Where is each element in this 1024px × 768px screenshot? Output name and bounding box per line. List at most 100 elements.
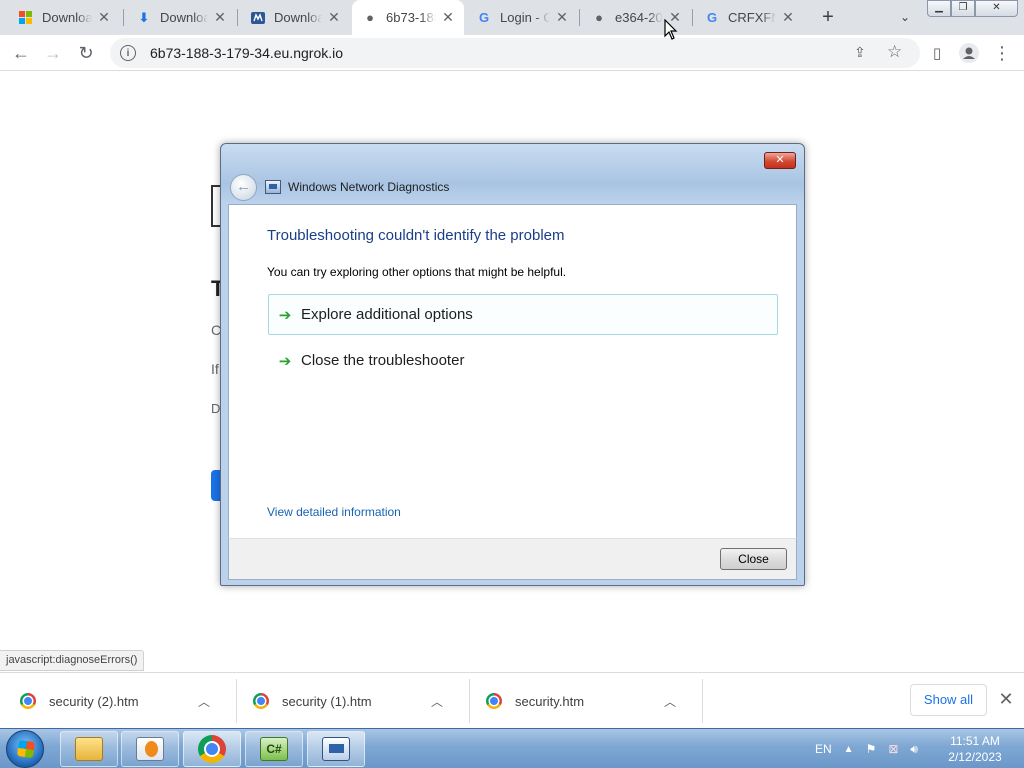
- minimize-button[interactable]: ▁: [927, 0, 951, 17]
- url-text[interactable]: 6b73-188-3-179-34.eu.ngrok.io: [150, 45, 343, 61]
- network-diagnostics-icon: [265, 180, 281, 194]
- download-separator: [702, 679, 703, 723]
- bookmark-star-icon[interactable]: ☆: [887, 42, 902, 62]
- side-panel-icon[interactable]: ▯: [924, 40, 950, 66]
- dialog-close-x-button[interactable]: ✕: [764, 152, 796, 169]
- volume-icon[interactable]: 🔊︎: [910, 742, 918, 757]
- tab-search-chevron-icon[interactable]: ⌄: [894, 6, 916, 28]
- download-item[interactable]: security.htm ︿: [466, 673, 680, 729]
- dialog-body: Troubleshooting couldn't identify the pr…: [228, 204, 797, 538]
- taskbar-explorer[interactable]: [60, 731, 118, 767]
- media-player-icon: [136, 737, 164, 761]
- back-arrow-icon[interactable]: ←: [230, 174, 257, 201]
- menu-kebab-icon[interactable]: ⋮: [989, 40, 1015, 66]
- command-label: Explore additional options: [301, 306, 473, 323]
- show-all-button[interactable]: Show all: [910, 684, 987, 716]
- dialog-title: Windows Network Diagnostics: [288, 180, 450, 194]
- restore-button[interactable]: ❐: [951, 0, 975, 17]
- globe-icon: ●: [595, 10, 603, 25]
- close-troubleshooter-command[interactable]: ➔ Close the troubleshooter: [268, 340, 778, 381]
- window-controls: ▁ ❐ ✕: [927, 0, 1018, 17]
- tab-title: 6b73-188-3-179-34: [386, 10, 436, 25]
- tab-title: Login - Google: [500, 10, 550, 25]
- windows-logo-icon: [18, 10, 34, 26]
- green-arrow-icon: ➔: [278, 306, 292, 324]
- explore-options-command[interactable]: ➔ Explore additional options: [268, 294, 778, 335]
- mouse-cursor-icon: [664, 19, 678, 40]
- profile-avatar-icon[interactable]: [956, 40, 982, 66]
- site-info-icon[interactable]: i: [120, 45, 136, 61]
- close-icon[interactable]: ✕: [554, 9, 570, 26]
- chrome-file-icon: [253, 693, 269, 709]
- back-arrow-icon[interactable]: ←: [8, 40, 34, 66]
- tab-separator: [237, 9, 238, 26]
- close-icon[interactable]: ✕: [326, 9, 342, 26]
- google-icon: G: [478, 10, 490, 25]
- chevron-up-icon[interactable]: ︿: [660, 693, 680, 710]
- tab-title: Downloads: [42, 10, 92, 25]
- show-hidden-icons-chevron-icon[interactable]: ▲: [844, 744, 854, 755]
- download-item[interactable]: security (2).htm ︿: [0, 673, 214, 729]
- csharp-icon: C#: [260, 737, 288, 761]
- tab-separator: [692, 9, 693, 26]
- taskbar-clock[interactable]: 11:51 AM 2/12/2023: [940, 733, 1010, 765]
- network-error-icon[interactable]: ⊠: [888, 742, 898, 756]
- dialog-subtext: You can try exploring other options that…: [267, 265, 567, 279]
- close-button[interactable]: Close: [720, 548, 787, 570]
- download-shelf: security (2).htm ︿ security (1).htm ︿ se…: [0, 672, 1024, 728]
- tab-separator: [123, 9, 124, 26]
- page-text-fragment: If: [211, 361, 219, 377]
- address-bar[interactable]: i 6b73-188-3-179-34.eu.ngrok.io ⇪ ☆: [110, 38, 920, 68]
- browser-toolbar: ← → ↻ i 6b73-188-3-179-34.eu.ngrok.io ⇪ …: [0, 35, 1024, 71]
- download-filename: security.htm: [515, 693, 585, 709]
- download-filename: security (2).htm: [49, 693, 139, 709]
- chevron-up-icon[interactable]: ︿: [427, 693, 447, 710]
- reload-icon[interactable]: ↻: [73, 40, 99, 66]
- system-tray: EN ▲ ⚑ ⊠ 🔊︎: [815, 729, 930, 768]
- status-bubble: javascript:diagnoseErrors(): [0, 650, 145, 671]
- tab-downloads-1[interactable]: Downloads ✕: [8, 0, 120, 35]
- taskbar-csharp[interactable]: C#: [245, 731, 303, 767]
- network-diagnostics-dialog: ✕ ← Windows Network Diagnostics Troubles…: [220, 143, 805, 586]
- taskbar-media-player[interactable]: [121, 731, 179, 767]
- close-icon[interactable]: ✕: [780, 9, 796, 26]
- dialog-footer: Close: [228, 538, 797, 580]
- taskbar-network-diagnostics[interactable]: [307, 731, 365, 767]
- taskbar-chrome[interactable]: [183, 731, 241, 767]
- close-icon[interactable]: ✕: [440, 9, 456, 26]
- share-icon[interactable]: ⇪: [854, 44, 866, 61]
- view-details-link[interactable]: View detailed information: [267, 505, 401, 519]
- window-close-button[interactable]: ✕: [975, 0, 1018, 17]
- close-icon[interactable]: ✕: [996, 689, 1016, 709]
- tab-downloads-2[interactable]: ⬇ Downloads ✕: [126, 0, 236, 35]
- google-icon: G: [706, 10, 718, 25]
- action-center-icon[interactable]: ⚑: [866, 742, 877, 756]
- command-label: Close the troubleshooter: [301, 352, 465, 369]
- tab-strip: Downloads ✕ ⬇ Downloads ✕ Downloads ✕ ● …: [0, 0, 1024, 35]
- forward-arrow-icon[interactable]: →: [40, 40, 66, 66]
- clock-date: 2/12/2023: [948, 750, 1002, 764]
- download-icon: ⬇: [138, 9, 150, 25]
- page-text-fragment: D: [211, 401, 221, 416]
- chrome-icon: [198, 735, 226, 763]
- download-item[interactable]: security (1).htm ︿: [233, 673, 447, 729]
- start-button[interactable]: [6, 730, 44, 768]
- globe-icon: ●: [366, 10, 374, 25]
- chevron-up-icon[interactable]: ︿: [194, 693, 214, 710]
- tab-crfxfnh[interactable]: G CRFXFNH ✕: [694, 0, 804, 35]
- tab-title: Downloads: [274, 10, 322, 25]
- network-diagnostics-icon: [322, 737, 350, 761]
- chrome-file-icon: [20, 693, 36, 709]
- tab-login-google[interactable]: G Login - Google ✕: [466, 0, 578, 35]
- language-indicator[interactable]: EN: [815, 742, 832, 756]
- tab-active-ngrok[interactable]: ● 6b73-188-3-179-34 ✕: [352, 0, 464, 35]
- tab-title: Downloads: [160, 10, 208, 25]
- close-icon[interactable]: ✕: [96, 9, 112, 26]
- chrome-file-icon: [486, 693, 502, 709]
- close-icon[interactable]: ✕: [212, 9, 228, 26]
- ms-logo-icon: [250, 10, 266, 26]
- new-tab-button[interactable]: +: [816, 5, 840, 29]
- tab-downloads-3[interactable]: Downloads ✕: [240, 0, 350, 35]
- download-filename: security (1).htm: [282, 693, 372, 709]
- folder-icon: [75, 737, 103, 761]
